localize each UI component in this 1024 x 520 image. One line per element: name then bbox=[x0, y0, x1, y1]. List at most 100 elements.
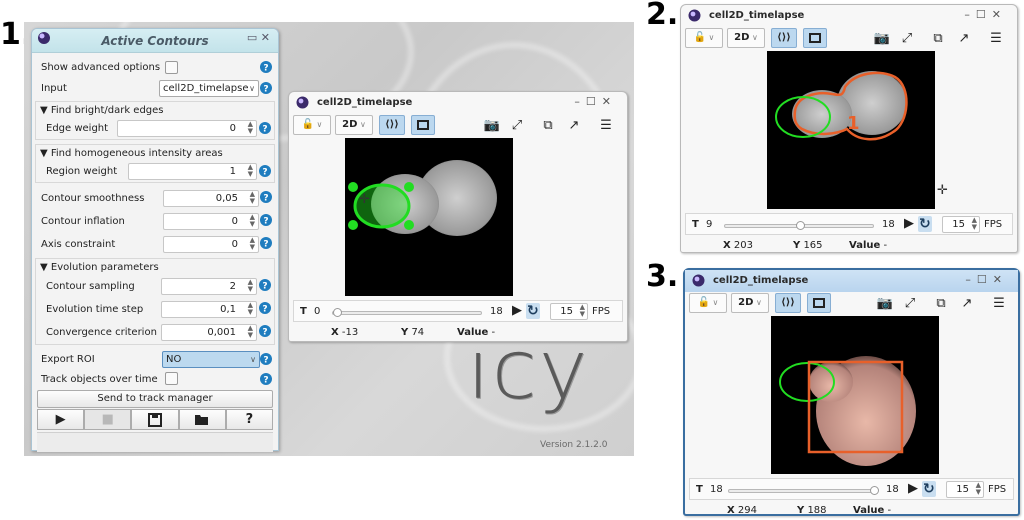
help-button[interactable]: ? bbox=[225, 409, 274, 430]
spinner-arrows-icon[interactable]: ▲ ▼ bbox=[976, 482, 981, 496]
edge-weight-spinner[interactable]: 0 ▲ ▼ bbox=[117, 120, 257, 137]
stop-button[interactable]: ■ bbox=[84, 409, 132, 430]
spinner-arrows-icon[interactable]: ▲ ▼ bbox=[250, 237, 255, 251]
spinner-arrows-icon[interactable]: ▲ ▼ bbox=[248, 325, 253, 339]
help-icon[interactable]: ? bbox=[259, 325, 271, 340]
help-icon[interactable]: ? bbox=[259, 302, 271, 317]
minimize-icon[interactable]: – bbox=[965, 273, 977, 286]
sampling-spinner[interactable]: 2 ▲ ▼ bbox=[161, 278, 257, 295]
close-icon[interactable]: ✕ bbox=[261, 31, 270, 44]
help-icon[interactable]: ? bbox=[260, 373, 272, 388]
spinner-arrows-icon[interactable]: ▲ ▼ bbox=[250, 214, 255, 228]
sync-toggle-button[interactable]: ⟨⟩⟩ bbox=[775, 293, 801, 313]
spinner-arrows-icon[interactable]: ▲ ▼ bbox=[250, 191, 255, 205]
image-canvas[interactable]: 1 bbox=[767, 51, 935, 209]
duplicate-viewer-icon[interactable]: ⧉ bbox=[929, 29, 947, 47]
help-icon[interactable]: ? bbox=[259, 279, 271, 294]
screenshot-icon[interactable]: 📷 bbox=[876, 294, 894, 312]
spinner-arrows-icon[interactable]: ▲ ▼ bbox=[248, 121, 253, 135]
maximize-icon[interactable]: ☐ bbox=[977, 273, 993, 286]
screenshot-resize-icon[interactable]: ⤢ bbox=[898, 29, 916, 47]
time-slider-knob[interactable] bbox=[870, 486, 879, 495]
export-roi-select[interactable]: NO ∨ bbox=[162, 351, 260, 368]
fps-spinner[interactable]: 15 ▲ ▼ bbox=[550, 303, 588, 320]
layers-database-icon[interactable]: ☰ bbox=[987, 29, 1005, 47]
viewer-titlebar[interactable]: cell2D_timelapse –☐✕ bbox=[685, 270, 1018, 292]
time-slider-knob[interactable] bbox=[796, 221, 805, 230]
convergence-spinner[interactable]: 0,001 ▲ ▼ bbox=[161, 324, 257, 341]
fps-spinner[interactable]: 15 ▲ ▼ bbox=[942, 216, 980, 233]
lock-dropdown[interactable]: 🔓 ∨ bbox=[685, 28, 723, 48]
duplicate-viewer-icon[interactable]: ⧉ bbox=[932, 294, 950, 312]
save-button[interactable] bbox=[131, 409, 179, 430]
time-slider[interactable] bbox=[728, 486, 879, 495]
detach-window-icon[interactable]: ↗ bbox=[958, 294, 976, 312]
sync-toggle-button[interactable]: ⟨⟩⟩ bbox=[771, 28, 797, 48]
view-mode-dropdown[interactable]: 2D ∨ bbox=[731, 293, 769, 313]
maximize-icon[interactable]: ☐ bbox=[976, 8, 992, 21]
regions-group-header[interactable]: ▼ Find homogeneous intensity areas bbox=[36, 147, 274, 161]
fit-canvas-button[interactable] bbox=[411, 115, 435, 135]
inflation-spinner[interactable]: 0 ▲ ▼ bbox=[163, 213, 259, 230]
duplicate-viewer-icon[interactable]: ⧉ bbox=[539, 116, 557, 134]
close-icon[interactable]: ✕ bbox=[602, 95, 617, 108]
screenshot-icon[interactable]: 📷 bbox=[873, 29, 891, 47]
detach-window-icon[interactable]: ↗ bbox=[565, 116, 583, 134]
lock-dropdown[interactable]: 🔓 ∨ bbox=[689, 293, 727, 313]
screenshot-resize-icon[interactable]: ⤢ bbox=[508, 116, 526, 134]
spinner-arrows-icon[interactable]: ▲ ▼ bbox=[972, 217, 977, 231]
detach-window-icon[interactable]: ↗ bbox=[955, 29, 973, 47]
minimize-icon[interactable]: – bbox=[574, 95, 586, 108]
loop-toggle-button[interactable]: ↻ bbox=[526, 303, 540, 319]
play-button[interactable]: ▶ bbox=[512, 303, 522, 319]
play-button[interactable]: ▶ bbox=[908, 481, 918, 497]
open-button[interactable] bbox=[178, 409, 226, 430]
layers-database-icon[interactable]: ☰ bbox=[990, 294, 1008, 312]
spinner-arrows-icon[interactable]: ▲ ▼ bbox=[248, 164, 253, 178]
time-slider-knob[interactable] bbox=[333, 308, 342, 317]
send-to-track-manager-button[interactable]: Send to track manager bbox=[37, 390, 273, 408]
spinner-arrows-icon[interactable]: ▲ ▼ bbox=[248, 279, 253, 293]
loop-toggle-button[interactable]: ↻ bbox=[922, 481, 936, 497]
help-icon[interactable]: ? bbox=[259, 165, 271, 180]
spinner-arrows-icon[interactable]: ▲ ▼ bbox=[248, 302, 253, 316]
image-canvas[interactable] bbox=[345, 138, 513, 296]
axis-constraint-spinner[interactable]: 0 ▲ ▼ bbox=[163, 236, 259, 253]
time-slider[interactable] bbox=[724, 221, 874, 230]
fit-canvas-button[interactable] bbox=[803, 28, 827, 48]
minimize-icon[interactable]: ▭ bbox=[247, 31, 257, 44]
maximize-icon[interactable]: ☐ bbox=[586, 95, 602, 108]
play-button[interactable]: ▶ bbox=[37, 409, 85, 430]
image-canvas[interactable] bbox=[771, 316, 939, 474]
spinner-arrows-icon[interactable]: ▲ ▼ bbox=[580, 304, 585, 318]
screenshot-resize-icon[interactable]: ⤢ bbox=[901, 294, 919, 312]
fps-spinner[interactable]: 15 ▲ ▼ bbox=[946, 481, 984, 498]
view-mode-dropdown[interactable]: 2D ∨ bbox=[727, 28, 765, 48]
input-select[interactable]: cell2D_timelapse ∨ bbox=[159, 80, 259, 97]
time-slider[interactable] bbox=[332, 308, 482, 317]
help-icon[interactable]: ? bbox=[260, 61, 272, 76]
time-step-spinner[interactable]: 0,1 ▲ ▼ bbox=[161, 301, 257, 318]
evolution-group-header[interactable]: ▼ Evolution parameters bbox=[36, 261, 274, 275]
sync-toggle-button[interactable]: ⟨⟩⟩ bbox=[379, 115, 405, 135]
close-icon[interactable]: ✕ bbox=[992, 8, 1007, 21]
viewer-titlebar[interactable]: cell2D_timelapse –☐✕ bbox=[681, 5, 1017, 27]
screenshot-icon[interactable]: 📷 bbox=[483, 116, 501, 134]
view-mode-dropdown[interactable]: 2D ∨ bbox=[335, 115, 373, 135]
minimize-icon[interactable]: – bbox=[964, 8, 976, 21]
help-icon[interactable]: ? bbox=[260, 214, 272, 229]
edges-group-header[interactable]: ▼ Find bright/dark edges bbox=[36, 104, 274, 118]
help-icon[interactable]: ? bbox=[260, 237, 272, 252]
help-icon[interactable]: ? bbox=[260, 191, 272, 206]
show-advanced-checkbox[interactable] bbox=[165, 61, 178, 74]
loop-toggle-button[interactable]: ↻ bbox=[918, 216, 932, 232]
help-icon[interactable]: ? bbox=[259, 122, 271, 137]
viewer-titlebar[interactable]: cell2D_timelapse –☐✕ bbox=[289, 92, 627, 114]
layers-database-icon[interactable]: ☰ bbox=[597, 116, 615, 134]
fit-canvas-button[interactable] bbox=[807, 293, 831, 313]
play-button[interactable]: ▶ bbox=[904, 216, 914, 232]
help-icon[interactable]: ? bbox=[260, 82, 272, 97]
close-icon[interactable]: ✕ bbox=[993, 273, 1008, 286]
panel-titlebar[interactable]: Active Contours ▭ ✕ bbox=[32, 29, 278, 53]
track-objects-checkbox[interactable] bbox=[165, 372, 178, 385]
